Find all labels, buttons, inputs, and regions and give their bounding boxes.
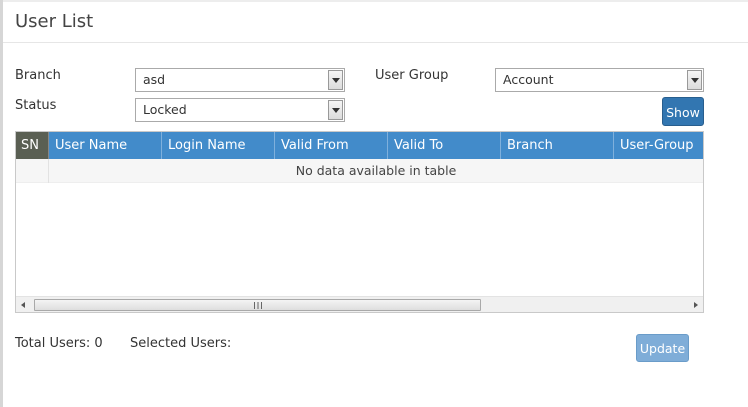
branch-select-value: asd	[143, 72, 166, 87]
user-group-label: User Group	[375, 68, 449, 83]
empty-table-message: No data available in table	[295, 163, 457, 178]
column-header-valid-to[interactable]: Valid To	[388, 132, 501, 159]
selected-users-text: Selected Users:	[130, 336, 232, 351]
branch-select[interactable]: asd	[135, 68, 345, 92]
show-button[interactable]: Show	[662, 97, 704, 126]
status-select[interactable]: Locked	[135, 98, 345, 122]
update-button[interactable]: Update	[636, 334, 689, 362]
user-table: SN User Name Login Name Valid From Valid…	[15, 131, 704, 313]
left-border	[0, 0, 3, 407]
scrollbar-thumb[interactable]	[34, 299, 481, 311]
chevron-down-icon[interactable]	[687, 70, 702, 90]
chevron-down-icon[interactable]	[328, 70, 343, 90]
user-group-select[interactable]: Account	[495, 68, 704, 92]
status-label: Status	[15, 98, 57, 113]
title-divider	[3, 42, 748, 43]
total-users-text: Total Users: 0	[15, 336, 103, 351]
status-select-value: Locked	[143, 102, 187, 117]
chevron-down-icon[interactable]	[328, 100, 343, 120]
table-row: No data available in table	[16, 159, 703, 183]
column-header-user-name[interactable]: User Name	[49, 132, 162, 159]
sn-cell	[16, 159, 49, 183]
grip-icon	[254, 302, 262, 309]
arrow-left-icon[interactable]	[16, 297, 32, 312]
column-header-branch[interactable]: Branch	[501, 132, 614, 159]
top-border	[3, 0, 748, 2]
column-header-login-name[interactable]: Login Name	[162, 132, 275, 159]
column-header-valid-from[interactable]: Valid From	[275, 132, 388, 159]
column-header-sn[interactable]: SN	[16, 132, 49, 159]
user-group-select-value: Account	[503, 72, 554, 87]
table-header: SN User Name Login Name Valid From Valid…	[16, 132, 703, 159]
horizontal-scrollbar[interactable]	[16, 296, 703, 312]
branch-label: Branch	[15, 68, 61, 83]
column-header-user-group[interactable]: User-Group	[614, 132, 703, 159]
page-title: User List	[15, 11, 94, 32]
arrow-right-icon[interactable]	[687, 297, 703, 312]
